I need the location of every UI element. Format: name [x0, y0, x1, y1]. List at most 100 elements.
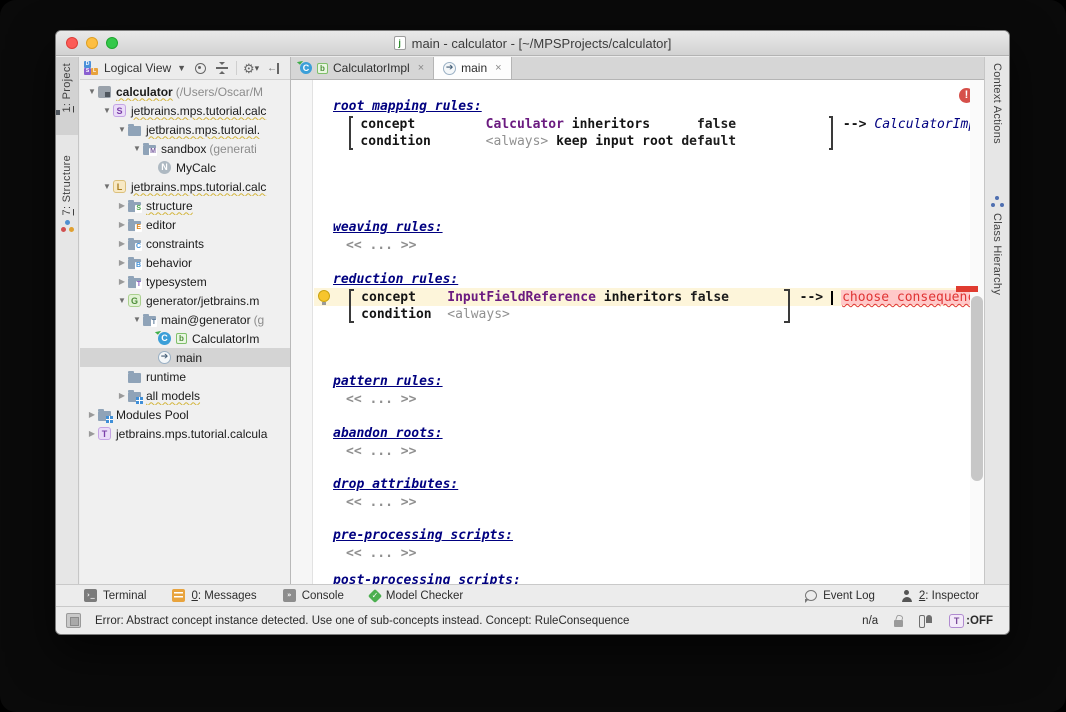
section-root-mapping-rules[interactable]: root mapping rules: — [333, 98, 482, 115]
rule-value-inheritors[interactable]: false — [690, 290, 729, 305]
editor-tabbar: C b CalculatorImpl × ➔ main × — [291, 57, 984, 80]
tree-row-solution[interactable]: ▼ S jetbrains.mps.tutorial.calc — [80, 101, 290, 120]
toolwindow-model-checker[interactable]: Model Checker — [370, 590, 463, 602]
section-pre-processing[interactable]: pre-processing scripts: — [333, 527, 513, 544]
rule-key[interactable]: concept — [360, 116, 485, 133]
toolwindow-event-log[interactable]: Event Log — [805, 590, 875, 602]
rule-value-concept[interactable]: InputFieldReference — [447, 290, 596, 305]
expand-arrow-icon[interactable]: ▼ — [131, 144, 143, 153]
minimize-window-button[interactable] — [86, 37, 98, 49]
tab-main[interactable]: ➔ main × — [434, 57, 511, 79]
rule-key[interactable]: condition — [360, 133, 485, 150]
expand-arrow-icon[interactable]: ▼ — [86, 87, 98, 96]
expand-arrow-icon[interactable]: ▶ — [116, 391, 128, 400]
rule-key[interactable]: inheritors — [604, 289, 690, 306]
tool-tab-structure[interactable]: 7: Structure — [56, 149, 78, 238]
close-tab-icon[interactable]: × — [495, 62, 501, 74]
rule-value-condition[interactable]: <always> — [486, 134, 549, 149]
chevron-down-icon[interactable]: ▼ — [177, 63, 186, 73]
tree-row-models-folder[interactable]: ▼ jetbrains.mps.tutorial. — [80, 120, 290, 139]
root-mapping-rule-block[interactable]: conceptCalculator inheritorsfalse condit… — [349, 116, 984, 150]
lock-icon[interactable] — [894, 620, 903, 627]
error-stripe-mark[interactable] — [956, 286, 978, 292]
tree-row-calculator[interactable]: ▼ calculator (/Users/Oscar/M — [80, 82, 290, 101]
highlighting-level-icon[interactable] — [919, 614, 933, 627]
tree-row-structure[interactable]: ▶ S structure — [80, 196, 290, 215]
tree-row-language[interactable]: ▼ L jetbrains.mps.tutorial.calc — [80, 177, 290, 196]
tree-row-main-selected[interactable]: ➔ main — [80, 348, 290, 367]
locate-node-icon[interactable] — [192, 60, 208, 76]
section-reduction-rules[interactable]: reduction rules: — [333, 271, 458, 288]
toolwindow-toggle-icon[interactable] — [66, 613, 81, 628]
tree-row-tutorial-module[interactable]: ▶ T jetbrains.mps.tutorial.calcula — [80, 424, 290, 443]
position-indicator[interactable]: n/a — [862, 615, 878, 627]
scrollbar-thumb[interactable] — [971, 296, 983, 481]
tree-row-runtime[interactable]: runtime — [80, 367, 290, 386]
tree-row-behavior[interactable]: ▶ B behavior — [80, 253, 290, 272]
expand-arrow-icon[interactable]: ▶ — [116, 220, 128, 229]
rule-key[interactable]: condition — [361, 306, 447, 323]
tool-tab-context-actions[interactable]: Context Actions — [985, 57, 1009, 150]
rule-value-condition[interactable]: <always> — [447, 307, 510, 322]
expand-arrow-icon[interactable]: ▶ — [116, 277, 128, 286]
expand-arrow-icon[interactable]: ▶ — [86, 429, 98, 438]
expand-arrow-icon[interactable]: ▼ — [131, 315, 143, 324]
pattern-placeholder[interactable]: << ... >> — [346, 391, 416, 408]
zoom-window-button[interactable] — [106, 37, 118, 49]
tree-row-main-generator[interactable]: ▼ T main@generator (g — [80, 310, 290, 329]
tree-row-generator[interactable]: ▼ G generator/jetbrains.m — [80, 291, 290, 310]
section-abandon-roots[interactable]: abandon roots: — [333, 425, 443, 442]
expand-arrow-icon[interactable]: ▼ — [101, 106, 113, 115]
rule-value-inheritors[interactable]: false — [697, 117, 736, 132]
section-weaving-rules[interactable]: weaving rules: — [333, 219, 443, 236]
expand-arrow-icon[interactable]: ▶ — [86, 410, 98, 419]
transient-models-toggle[interactable]: T :OFF — [949, 614, 993, 628]
tree-row-all-models[interactable]: ▶ all models — [80, 386, 290, 405]
tool-tab-project[interactable]: 1: Project — [56, 57, 78, 135]
hide-toolwindow-icon[interactable]: ← — [265, 60, 281, 76]
tree-row-editor[interactable]: ▶ E editor — [80, 215, 290, 234]
tree-row-sandbox[interactable]: ▼ M sandbox (generati — [80, 139, 290, 158]
weaving-placeholder[interactable]: << ... >> — [346, 237, 416, 254]
abandon-placeholder[interactable]: << ... >> — [346, 443, 416, 460]
expand-arrow-icon[interactable]: ▶ — [116, 201, 128, 210]
expand-arrow-icon[interactable]: ▼ — [116, 125, 128, 134]
tree-row-mycalc[interactable]: N MyCalc — [80, 158, 290, 177]
collapse-all-icon[interactable] — [214, 60, 230, 76]
close-window-button[interactable] — [66, 37, 78, 49]
expand-arrow-icon[interactable]: ▼ — [116, 296, 128, 305]
toolwindow-terminal[interactable]: ›_ Terminal — [84, 589, 146, 602]
section-pattern-rules[interactable]: pattern rules: — [333, 373, 443, 390]
rule-value-concept[interactable]: Calculator — [486, 117, 564, 132]
pre-placeholder[interactable]: << ... >> — [346, 545, 416, 562]
close-tab-icon[interactable]: × — [418, 62, 424, 74]
drop-placeholder[interactable]: << ... >> — [346, 494, 416, 511]
project-toolbar: DSL Logical View ▼ ⚙▾ ← — [80, 57, 290, 80]
expand-arrow-icon[interactable]: ▶ — [116, 239, 128, 248]
section-post-processing[interactable]: post-processing scripts: — [333, 572, 521, 584]
consequence-calculatorimpl[interactable]: CalculatorImpl — [874, 117, 984, 132]
tree-row-modules-pool[interactable]: ▶ Modules Pool — [80, 405, 290, 424]
section-drop-attributes[interactable]: drop attributes: — [333, 476, 458, 493]
rule-key[interactable]: keep input root — [556, 133, 681, 150]
rule-key[interactable]: concept — [361, 289, 447, 306]
settings-gear-icon[interactable]: ⚙▾ — [243, 60, 259, 76]
rule-value-keep-input[interactable]: default — [681, 134, 736, 149]
reduction-rule-block[interactable]: conceptInputFieldReference inheritorsfal… — [349, 289, 984, 323]
rule-key[interactable]: inheritors — [572, 116, 697, 133]
editor-scrollbar[interactable] — [970, 80, 984, 584]
tab-calculatorimpl[interactable]: C b CalculatorImpl × — [291, 57, 434, 79]
intention-bulb-icon[interactable] — [318, 290, 330, 302]
expand-arrow-icon[interactable]: ▶ — [116, 258, 128, 267]
tree-row-constraints[interactable]: ▶ C constraints — [80, 234, 290, 253]
view-selector[interactable]: Logical View — [104, 61, 171, 75]
expand-arrow-icon[interactable]: ▼ — [101, 182, 113, 191]
toolwindow-inspector[interactable]: 2: Inspector — [901, 590, 979, 602]
consequence-error-cell[interactable]: choose consequence — [841, 290, 984, 305]
tool-tab-class-hierarchy[interactable]: Class Hierarchy — [985, 190, 1009, 301]
toolwindow-console[interactable]: » Console — [283, 589, 344, 602]
tree-row-calculatorimpl[interactable]: C b CalculatorIm — [80, 329, 290, 348]
toolwindow-messages[interactable]: 0: Messages — [172, 589, 256, 602]
editor-canvas[interactable]: root mapping rules: conceptCalculator in… — [291, 80, 984, 584]
tree-row-typesystem[interactable]: ▶ T typesystem — [80, 272, 290, 291]
